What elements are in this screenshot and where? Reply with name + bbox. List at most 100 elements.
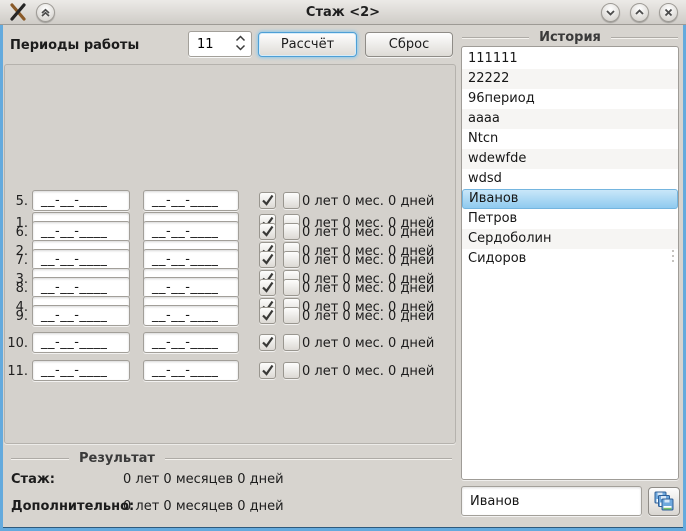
divider: [462, 37, 529, 39]
period-include-checkbox[interactable]: [259, 223, 276, 240]
checkmark-icon: [260, 280, 275, 295]
result-groupbox: Результат Стаж: 0 лет 0 месяцев 0 дней Д…: [3, 445, 458, 528]
period-extra-checkbox[interactable]: [283, 251, 300, 268]
checkmark-icon: [260, 363, 275, 378]
period-extra-checkbox[interactable]: [283, 279, 300, 296]
checkmark-icon: [260, 252, 275, 267]
date-mask: __-__-____: [33, 250, 129, 267]
period-row-number: 5.: [5, 194, 28, 209]
scrollbar-grip[interactable]: [672, 250, 674, 262]
history-list-item[interactable]: aaaa: [462, 109, 678, 129]
period-end-date-field[interactable]: __-__-____: [143, 221, 239, 242]
period-extra-checkbox[interactable]: [283, 307, 300, 324]
period-extra-checkbox[interactable]: [283, 223, 300, 240]
period-row: 5.__-__-______-__-____0 лет 0 мес. 0 дне…: [5, 190, 455, 212]
history-list-item[interactable]: wdsd: [462, 169, 678, 189]
period-row-result: 0 лет 0 мес. 0 дней: [302, 309, 434, 324]
period-end-date-field[interactable]: __-__-____: [143, 332, 239, 353]
period-row-result: 0 лет 0 мес. 0 дней: [302, 364, 434, 379]
period-start-date-field[interactable]: __-__-____: [32, 305, 130, 326]
maximize-button[interactable]: [630, 3, 649, 22]
period-extra-checkbox[interactable]: [283, 192, 300, 209]
date-mask: __-__-____: [144, 306, 238, 323]
period-start-date-field[interactable]: __-__-____: [32, 360, 130, 381]
history-list[interactable]: 1111112222296периодaaaaNtcnwdewfdewdsdИв…: [461, 46, 679, 480]
history-list-item[interactable]: Петров: [462, 209, 678, 229]
spin-up-icon[interactable]: [235, 35, 246, 42]
calculate-button[interactable]: Рассчёт: [258, 32, 357, 57]
date-mask: __-__-____: [33, 361, 129, 378]
history-list-item[interactable]: Сердоболин: [462, 229, 678, 249]
experience-value: 0 лет 0 месяцев 0 дней: [123, 472, 284, 487]
divider: [11, 458, 69, 460]
period-row-result: 0 лет 0 мес. 0 дней: [302, 225, 434, 240]
period-end-date-field[interactable]: __-__-____: [143, 190, 239, 211]
period-include-checkbox[interactable]: [259, 307, 276, 324]
period-extra-checkbox[interactable]: [283, 334, 300, 351]
date-mask: __-__-____: [33, 191, 129, 208]
period-start-date-field[interactable]: __-__-____: [32, 277, 130, 298]
period-include-checkbox[interactable]: [259, 334, 276, 351]
date-mask: __-__-____: [144, 278, 238, 295]
save-button[interactable]: [648, 487, 680, 516]
additional-value: 0 лет 0 месяцев 0 дней: [123, 499, 284, 514]
minimize-button[interactable]: [601, 3, 620, 22]
checkmark-icon: [260, 335, 275, 350]
save-all-icon: [654, 491, 675, 512]
period-row-number: 7.: [5, 253, 28, 268]
close-button[interactable]: [659, 3, 678, 22]
window-titlebar[interactable]: Стаж <2>: [0, 0, 686, 25]
periods-panel: 5. __-__-____ __-__-____ 0 лет 0 мес. 0 дне…: [4, 64, 456, 444]
divider: [165, 458, 452, 460]
period-end-date-field[interactable]: __-__-____: [143, 277, 239, 298]
date-mask: __-__-____: [144, 222, 238, 239]
period-row: 9. __-__-____ __-__-____ 0 лет 0 мес. 0 дне…: [5, 305, 455, 327]
window-title: Стаж <2>: [0, 5, 686, 20]
history-list-item[interactable]: Ntcn: [462, 129, 678, 149]
periods-count-spinner[interactable]: [188, 31, 252, 57]
chevron-down-icon: [605, 7, 616, 18]
date-mask: __-__-____: [33, 333, 129, 350]
period-start-date-field[interactable]: __-__-____: [32, 221, 130, 242]
period-end-date-field[interactable]: __-__-____: [143, 360, 239, 381]
history-list-item[interactable]: wdewfde: [462, 149, 678, 169]
date-mask: __-__-____: [33, 278, 129, 295]
date-mask: __-__-____: [144, 361, 238, 378]
periods-label: Периоды работы: [10, 38, 139, 53]
period-include-checkbox[interactable]: [259, 362, 276, 379]
history-list-item[interactable]: Сидоров: [462, 249, 678, 269]
period-start-date-field[interactable]: __-__-____: [32, 249, 130, 270]
periods-count-input[interactable]: [189, 37, 227, 52]
checkmark-icon: [260, 193, 275, 208]
checkmark-icon: [260, 224, 275, 239]
date-mask: __-__-____: [144, 250, 238, 267]
period-extra-checkbox[interactable]: [283, 362, 300, 379]
period-end-date-field[interactable]: __-__-____: [143, 305, 239, 326]
period-include-checkbox[interactable]: [259, 279, 276, 296]
period-row: 11.__-__-______-__-____0 лет 0 мес. 0 дн…: [5, 360, 455, 382]
history-title: История: [539, 30, 601, 45]
period-row-number: 8.: [5, 281, 28, 296]
period-row-number: 10.: [5, 336, 28, 351]
divider: [611, 37, 678, 39]
period-row-number: 6.: [5, 225, 28, 240]
history-list-item[interactable]: 96период: [462, 89, 678, 109]
period-start-date-field[interactable]: __-__-____: [32, 190, 130, 211]
spin-down-icon[interactable]: [235, 44, 246, 51]
period-end-date-field[interactable]: __-__-____: [143, 249, 239, 270]
history-name-input[interactable]: [461, 486, 642, 516]
history-list-item[interactable]: 22222: [462, 69, 678, 89]
reset-button[interactable]: Сброс: [365, 32, 453, 57]
date-mask: __-__-____: [33, 306, 129, 323]
history-list-item[interactable]: Иванов: [462, 189, 678, 209]
period-include-checkbox[interactable]: [259, 192, 276, 209]
period-row-number: 9.: [5, 309, 28, 324]
history-list-item[interactable]: 111111: [462, 49, 678, 69]
period-row-result: 0 лет 0 мес. 0 дней: [302, 336, 434, 351]
date-mask: __-__-____: [144, 333, 238, 350]
period-start-date-field[interactable]: __-__-____: [32, 332, 130, 353]
result-title: Результат: [79, 451, 155, 466]
chevron-up-icon: [634, 7, 645, 18]
period-include-checkbox[interactable]: [259, 251, 276, 268]
period-row: 10. __-__-____ __-__-____ 0 лет 0 мес. 0 дн…: [5, 332, 455, 354]
